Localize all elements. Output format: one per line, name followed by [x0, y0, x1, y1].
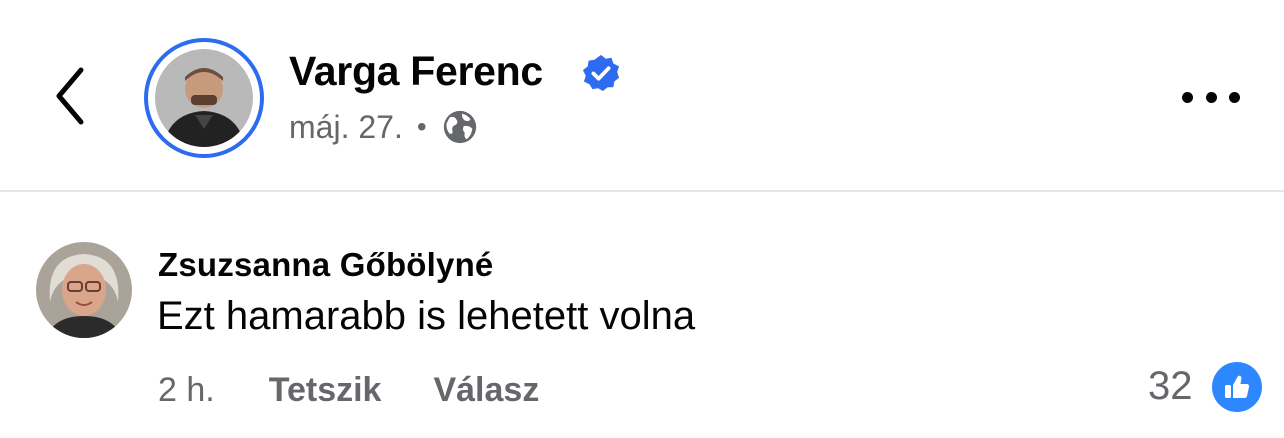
thumbs-up-icon: [1225, 375, 1250, 398]
back-button[interactable]: [40, 58, 100, 134]
verified-badge-icon: [582, 54, 620, 92]
post-date[interactable]: máj. 27.: [289, 109, 403, 146]
comment-text: Ezt hamarabb is lehetett volna: [157, 294, 696, 338]
author-photo: [155, 49, 253, 147]
more-dots-icon: [1205, 91, 1217, 103]
post-header: Varga Ferenc máj. 27. •: [0, 0, 1284, 190]
meta-separator: •: [416, 111, 427, 142]
reaction-count[interactable]: 32: [1148, 364, 1193, 409]
reply-button[interactable]: Válasz: [433, 371, 539, 410]
more-dots-icon: [1229, 91, 1240, 103]
more-dots-icon: [1182, 91, 1193, 103]
post-meta: máj. 27. •: [289, 107, 479, 147]
header-divider: [0, 190, 1284, 192]
comment-time[interactable]: 2 h.: [158, 371, 215, 410]
reaction-badge[interactable]: [1212, 362, 1262, 412]
chevron-left-icon: [56, 67, 84, 125]
like-button[interactable]: Tetszik: [269, 371, 382, 410]
author-avatar[interactable]: [144, 38, 264, 158]
more-options-button[interactable]: [1178, 80, 1244, 114]
globe-icon: [443, 110, 476, 144]
commenter-avatar[interactable]: [36, 242, 132, 338]
commenter-photo: [36, 242, 132, 338]
comment-actions: 2 h. Tetszik Válasz: [158, 368, 539, 412]
post-author-name[interactable]: Varga Ferenc: [289, 48, 543, 95]
comment-author-name[interactable]: Zsuzsanna Gőbölyné: [158, 246, 494, 284]
